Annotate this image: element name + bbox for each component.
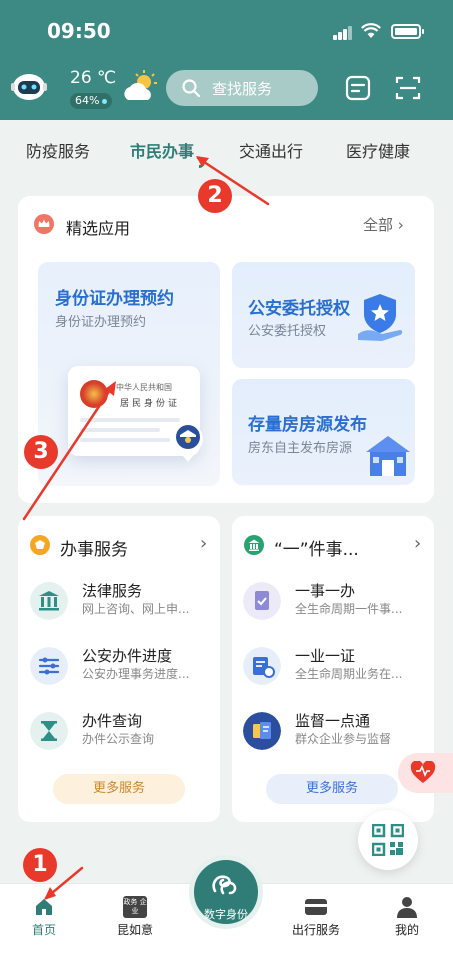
document-check-icon: [243, 582, 281, 620]
service-desc: 网上咨询、网上申...: [82, 602, 190, 616]
house-icon: [366, 436, 410, 476]
sliders-icon: [30, 647, 68, 685]
qr-code-icon: [372, 824, 404, 856]
government-building-icon: [244, 535, 264, 555]
message-icon[interactable]: [345, 75, 371, 101]
service-name: 公安办件进度: [82, 647, 173, 665]
featured-title: 精选应用: [66, 219, 131, 238]
search-placeholder: 查找服务: [212, 80, 273, 98]
featured-item-title: 公安委托授权: [248, 299, 350, 319]
tab-transport[interactable]: 交通出行: [239, 138, 303, 162]
service-desc: 公安办理事务进度...: [82, 667, 190, 681]
shield-hand-icon: [358, 294, 403, 341]
certificate-icon: [243, 647, 281, 685]
police-badge-icon: [173, 423, 203, 462]
service-desc: 全生命周期一件事...: [295, 602, 403, 616]
featured-all-link[interactable]: 全部 ›: [363, 214, 404, 235]
digital-identity-button[interactable]: 数字身份: [189, 855, 263, 929]
featured-item-subtitle: 房东自主发布房源: [248, 441, 353, 456]
featured-item-subtitle: 身份证办理预约: [55, 315, 147, 330]
service-item-supervision[interactable]: 监督一点通 群众企业参与监督: [243, 710, 423, 756]
service-item-police-progress[interactable]: 公安办件进度 公安办理事务进度...: [30, 645, 210, 691]
all-label: 全部: [363, 216, 394, 234]
nav-label: 首页: [31, 923, 56, 937]
digital-identity-logo-icon: [212, 875, 237, 895]
scan-icon[interactable]: [395, 75, 421, 101]
service-name: 法律服务: [82, 582, 143, 600]
aqi-badge: 64%: [70, 93, 113, 109]
featured-item-title: 存量房房源发布: [248, 415, 367, 435]
service-desc: 群众企业参与监督: [295, 732, 392, 746]
partly-cloudy-icon: [124, 70, 157, 100]
health-float-button[interactable]: [398, 753, 453, 793]
one-thing-title: “一”件事...: [274, 540, 359, 560]
featured-item-subtitle: 公安委托授权: [248, 324, 327, 339]
home-icon: [36, 899, 52, 915]
service-name: 办件查询: [82, 712, 143, 730]
services-title: 办事服务: [60, 540, 128, 560]
status-time: 09:50: [47, 19, 111, 43]
status-bar: 09:50: [0, 0, 453, 60]
service-name: 一业一证: [295, 647, 356, 665]
search-bar[interactable]: 查找服务: [166, 70, 318, 106]
nav-label: 我的: [394, 923, 419, 937]
service-item-legal[interactable]: 法律服务 网上咨询、网上申...: [30, 580, 210, 626]
featured-item-title: 身份证办理预约: [55, 289, 174, 309]
crown-icon: [34, 214, 54, 234]
idcard-line2: 居民身份证: [120, 399, 181, 409]
chevron-right-icon[interactable]: ›: [414, 533, 421, 554]
user-icon: [397, 897, 417, 918]
chevron-right-icon[interactable]: ›: [200, 533, 207, 554]
nav-label: 昆如意: [116, 923, 153, 937]
hourglass-icon: [30, 712, 68, 750]
wifi-icon: [361, 23, 381, 38]
heart-icon: [410, 761, 436, 783]
chevron-right-icon: ›: [397, 216, 404, 234]
service-name: 一事一办: [295, 582, 356, 600]
qr-code-float-button[interactable]: [358, 810, 418, 870]
service-item-one-license[interactable]: 一业一证 全生命周期业务在...: [243, 645, 423, 691]
annotation-number-3: 3: [24, 435, 58, 469]
tab-epidemic[interactable]: 防疫服务: [26, 138, 90, 162]
idcard-line1: 中华人民共和国: [116, 383, 172, 392]
annotation-number-1: 1: [23, 848, 57, 882]
tab-medical[interactable]: 医疗健康: [346, 138, 410, 162]
service-name: 监督一点通: [295, 712, 371, 730]
signal-icon: [333, 24, 353, 40]
aqi-value: 64%: [75, 94, 100, 107]
robot-avatar-icon[interactable]: [11, 72, 47, 102]
service-item-case-query[interactable]: 办件查询 办件公示查询: [30, 710, 210, 756]
card-icon: [305, 899, 327, 915]
court-icon: [30, 582, 68, 620]
tab-citizen-affairs[interactable]: 市民办事: [130, 138, 194, 162]
one-thing-more-button[interactable]: 更多服务: [266, 774, 398, 804]
service-desc: 办件公示查询: [82, 732, 155, 746]
search-icon: [182, 79, 200, 97]
annotation-number-2: 2: [198, 179, 232, 213]
battery-icon: [391, 24, 424, 39]
service-item-one-matter[interactable]: 一事一办 全生命周期一件事...: [243, 580, 423, 626]
service-desc: 全生命周期业务在...: [295, 667, 403, 681]
gov-business-icon: 政务 企业: [123, 896, 147, 918]
nav-label: 数字身份: [204, 908, 248, 921]
national-emblem-icon: [80, 380, 108, 408]
supervision-icon: [243, 712, 281, 750]
temperature: 26 ℃: [70, 68, 117, 88]
service-badge-icon: [30, 535, 50, 555]
services-more-button[interactable]: 更多服务: [53, 774, 185, 804]
nav-label: 出行服务: [291, 923, 340, 937]
